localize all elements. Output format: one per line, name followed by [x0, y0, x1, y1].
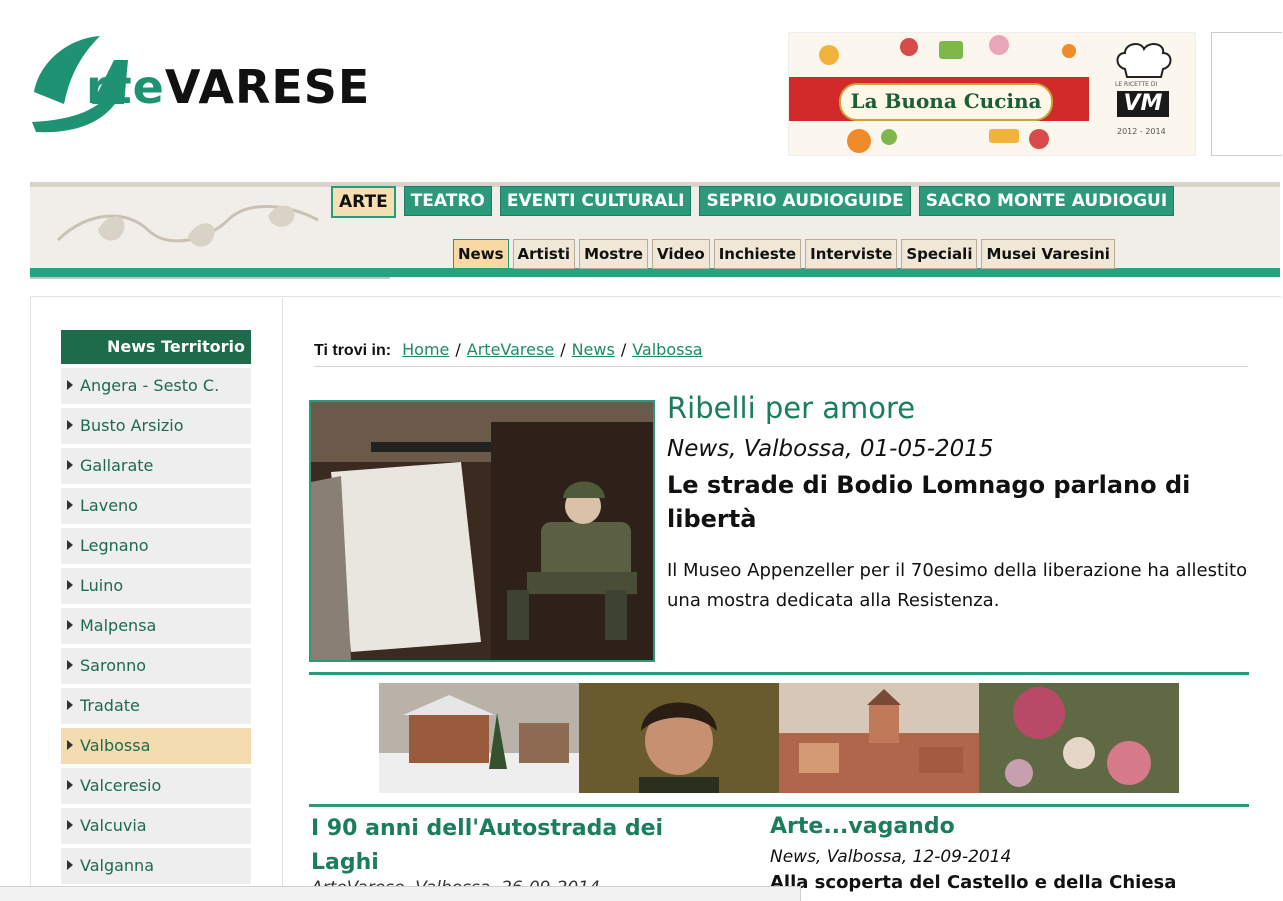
- sidebar-item-valganna[interactable]: Valganna: [61, 848, 251, 884]
- sidebar-item-label: Valceresio: [80, 776, 162, 795]
- sub-nav-speciali[interactable]: Speciali: [901, 239, 978, 269]
- sidebar-item-label: Valganna: [80, 856, 154, 875]
- sidebar-title: News Territorio: [61, 330, 251, 364]
- sidebar-item-label: Gallarate: [80, 456, 154, 475]
- sub-navigation: News Artisti Mostre Video Inchieste Inte…: [453, 239, 1119, 269]
- article-subtitle-arte-vagando: Alla scoperta del Castello e della Chies…: [770, 872, 1177, 893]
- sub-nav-artisti[interactable]: Artisti: [512, 239, 576, 269]
- arrow-right-icon: [67, 780, 73, 790]
- arrow-right-icon: [67, 500, 73, 510]
- featured-article-meta: News, Valbossa, 01-05-2015: [667, 436, 994, 462]
- sidebar-item-saronno[interactable]: Saronno: [61, 648, 251, 684]
- arrow-right-icon: [67, 580, 73, 590]
- sidebar-item-valceresio[interactable]: Valceresio: [61, 768, 251, 804]
- breadcrumb-separator: /: [455, 340, 461, 359]
- sidebar-item-label: Busto Arsizio: [80, 416, 184, 435]
- arrow-right-icon: [67, 660, 73, 670]
- banner-title: La Buona Cucina: [839, 83, 1053, 121]
- chef-hat-icon: [1116, 43, 1172, 78]
- painting-winter-village: [379, 683, 579, 793]
- arrow-right-icon: [67, 860, 73, 870]
- painting-flowers: [979, 683, 1179, 793]
- section-divider: [309, 672, 1249, 675]
- featured-article-title[interactable]: Ribelli per amore: [667, 390, 915, 426]
- arrow-right-icon: [67, 540, 73, 550]
- arrow-right-icon: [67, 460, 73, 470]
- nav-low-strip: [30, 277, 390, 279]
- vm-brand-logo: VM: [1117, 91, 1169, 117]
- sidebar-item-label: Legnano: [80, 536, 149, 555]
- breadcrumb-news-link[interactable]: News: [572, 340, 615, 359]
- sidebar-item-label: Saronno: [80, 656, 147, 675]
- paintings-strip[interactable]: [379, 683, 1179, 793]
- page: rteVARESE La Buona Cucina LE RICETTE DI …: [0, 0, 1283, 901]
- sidebar-item-laveno[interactable]: Laveno: [61, 488, 251, 524]
- sub-nav-video[interactable]: Video: [651, 239, 710, 269]
- sidebar-item-valcuvia[interactable]: Valcuvia: [61, 808, 251, 844]
- main-navigation: ARTE TEATRO EVENTI CULTURALI SEPRIO AUDI…: [331, 186, 1182, 218]
- arrow-right-icon: [67, 700, 73, 710]
- featured-article-image[interactable]: [309, 400, 655, 662]
- main-nav-teatro[interactable]: TEATRO: [403, 186, 492, 216]
- featured-article-description: Il Museo Appenzeller per il 70esimo dell…: [667, 560, 1248, 611]
- main-nav-arte[interactable]: ARTE: [331, 186, 396, 218]
- breadcrumb-separator: /: [560, 340, 566, 359]
- sidebar-item-legnano[interactable]: Legnano: [61, 528, 251, 564]
- nav-bottom-line: [30, 268, 1280, 277]
- painting-town-view: [779, 683, 979, 793]
- breadcrumb-home-link[interactable]: Home: [402, 340, 449, 359]
- article-title-arte-vagando[interactable]: Arte...vagando: [770, 812, 955, 842]
- sub-nav-news[interactable]: News: [453, 239, 509, 269]
- sidebar-item-label: Luino: [80, 576, 124, 595]
- breadcrumb-artevarese-link[interactable]: ArteVarese: [467, 340, 554, 359]
- sidebar-item-gallarate[interactable]: Gallarate: [61, 448, 251, 484]
- section-divider: [309, 804, 1249, 807]
- arrow-right-icon: [67, 820, 73, 830]
- column-separator: [282, 298, 283, 898]
- sub-nav-musei-varesini[interactable]: Musei Varesini: [981, 239, 1115, 269]
- main-nav-seprio-audioguide[interactable]: SEPRIO AUDIOGUIDE: [699, 186, 911, 216]
- sidebar-item-label: Angera - Sesto C.: [80, 376, 220, 395]
- article-meta-arte-vagando: News, Valbossa, 12-09-2014: [770, 847, 1012, 867]
- sidebar-item-label: Laveno: [80, 496, 138, 515]
- soldier-mannequin-photo: [311, 402, 653, 660]
- sidebar-item-label: Tradate: [80, 696, 140, 715]
- painting-portrait-boy: [579, 683, 779, 793]
- main-nav-eventi-culturali[interactable]: EVENTI CULTURALI: [499, 186, 692, 216]
- logo-wordmark: rteVARESE: [86, 60, 371, 114]
- floral-ornament-icon: [56, 204, 319, 247]
- arrow-right-icon: [67, 420, 73, 430]
- breadcrumb-separator: /: [620, 340, 627, 359]
- sidebar-item-busto-arsizio[interactable]: Busto Arsizio: [61, 408, 251, 444]
- sidebar-item-label: Valbossa: [80, 736, 151, 755]
- featured-article-subtitle: Le strade di Bodio Lomnago parlano di li…: [667, 471, 1191, 533]
- side-ad-box: [1211, 32, 1282, 156]
- sidebar-item-angera[interactable]: Angera - Sesto C.: [61, 368, 251, 404]
- arrow-right-icon: [67, 620, 73, 630]
- sidebar-item-valbossa[interactable]: Valbossa: [61, 728, 251, 764]
- arrow-right-icon: [67, 380, 73, 390]
- article-title-autostrada[interactable]: I 90 anni dell'Autostrada dei Laghi: [311, 812, 691, 880]
- breadcrumb-valbossa-link[interactable]: Valbossa: [632, 340, 702, 359]
- banner-years: 2012 - 2014: [1117, 127, 1166, 136]
- sub-nav-mostre[interactable]: Mostre: [579, 239, 648, 269]
- ad-banner-buona-cucina[interactable]: La Buona Cucina LE RICETTE DI VM 2012 - …: [788, 32, 1196, 156]
- sidebar-item-tradate[interactable]: Tradate: [61, 688, 251, 724]
- browser-status-bar: [0, 886, 801, 901]
- sub-nav-inchieste[interactable]: Inchieste: [713, 239, 802, 269]
- sidebar-list: Angera - Sesto C. Busto Arsizio Gallarat…: [61, 368, 251, 888]
- sidebar-item-label: Malpensa: [80, 616, 157, 635]
- breadcrumb: Ti trovi in: Home / ArteVarese / News / Valbos…: [314, 338, 1248, 367]
- sidebar-item-malpensa[interactable]: Malpensa: [61, 608, 251, 644]
- main-nav-sacro-monte-audioguide[interactable]: SACRO MONTE AUDIOGUI: [918, 186, 1175, 216]
- sidebar-item-label: Valcuvia: [80, 816, 147, 835]
- site-logo[interactable]: rteVARESE: [30, 30, 510, 140]
- sidebar-item-luino[interactable]: Luino: [61, 568, 251, 604]
- sub-nav-interviste[interactable]: Interviste: [805, 239, 898, 269]
- breadcrumb-label: Ti trovi in:: [314, 342, 392, 359]
- banner-small-caption: LE RICETTE DI: [1115, 81, 1158, 88]
- arrow-right-icon: [67, 740, 73, 750]
